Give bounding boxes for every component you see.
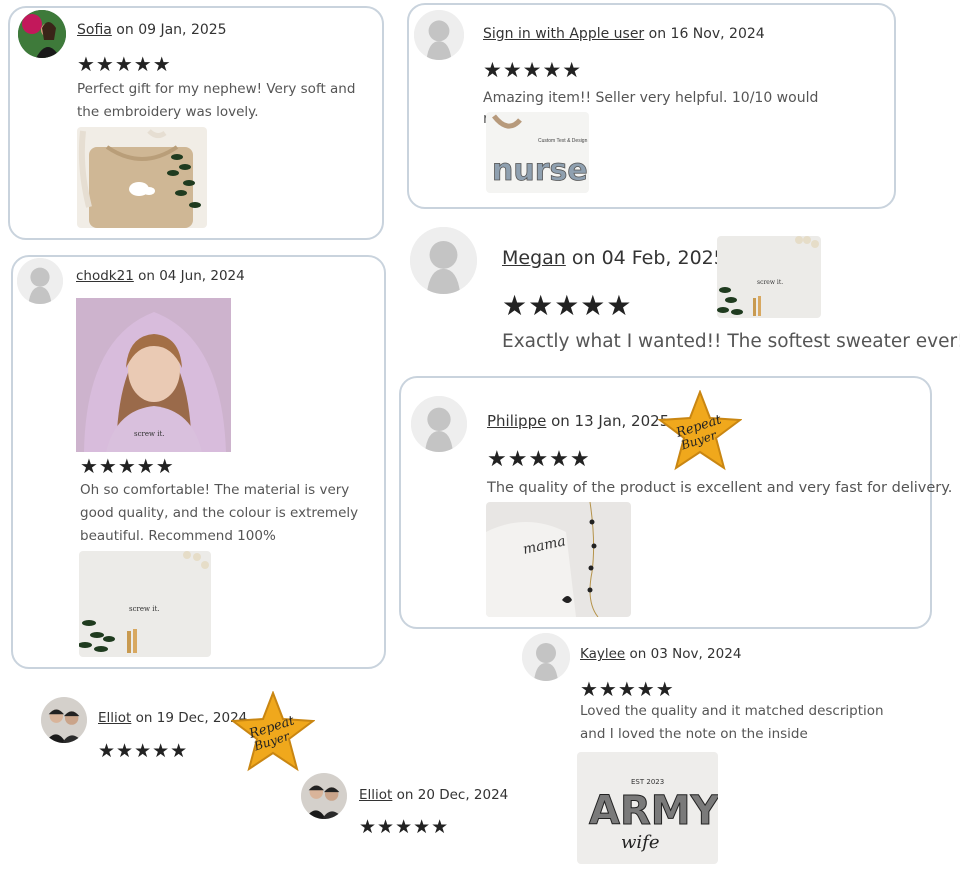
photo-word: nurse [492,153,588,188]
review-text: The quality of the product is excellent … [487,480,953,496]
star-rating: ★★★★★ [483,58,583,82]
review-text: Loved the quality and it matched descrip… [580,703,884,742]
review-header: Kaylee on 03 Nov, 2024 [580,646,741,662]
review-header: Philippe on 13 Jan, 2025 [487,412,669,430]
reviewer-name-link[interactable]: Philippe [487,412,546,430]
reviewer-avatar[interactable] [414,10,464,60]
star-rating: ★★★★★ [502,289,633,322]
reviewer-avatar[interactable] [411,396,467,452]
review-date: on 20 Dec, 2024 [392,787,509,803]
review-photo[interactable]: EST 2023 ARMY wife [577,752,718,864]
reviewer-avatar[interactable] [522,633,570,681]
photo-word: ARMY [589,788,718,834]
repeat-buyer-badge: Repeat Buyer [230,690,316,773]
review-photo[interactable]: screw it. [717,236,821,318]
reviewer-avatar[interactable] [17,258,63,304]
review-date: on 13 Jan, 2025 [546,412,670,430]
review-date: on 19 Dec, 2024 [131,710,248,726]
star-rating: ★★★★★ [77,52,172,76]
review-photo[interactable]: Custom Text & Design nurse [486,112,589,193]
review-header: Elliot on 20 Dec, 2024 [359,787,508,803]
review-header: Megan on 04 Feb, 2025 [502,247,726,269]
photo-top-text: EST 2023 [631,778,664,786]
review-photo[interactable] [77,127,207,228]
review-text: Perfect gift for my nephew! Very soft an… [77,81,356,120]
star-rating: ★★★★★ [98,740,189,762]
reviewer-name-link[interactable]: Sign in with Apple user [483,26,644,42]
review-date: on 16 Nov, 2024 [644,26,765,42]
reviewer-name-link[interactable]: Sofia [77,22,112,38]
reviewer-avatar[interactable] [41,697,87,743]
reviewer-avatar[interactable] [301,773,347,819]
photo-text: screw it. [134,430,165,438]
review-date: on 03 Nov, 2024 [625,646,742,662]
reviewer-avatar[interactable] [410,227,477,294]
review-header: Sign in with Apple user on 16 Nov, 2024 [483,26,765,42]
review-date: on 09 Jan, 2025 [111,22,227,38]
review-header: Elliot on 19 Dec, 2024 [98,710,247,726]
review-photo[interactable]: mama [486,502,631,617]
reviewer-name-link[interactable]: Elliot [359,787,392,803]
photo-text: screw it. [757,279,783,286]
reviewer-name-link[interactable]: Megan [502,247,566,269]
star-rating: ★★★★★ [80,454,175,478]
review-text: Exactly what I wanted!! The softest swea… [502,331,960,352]
star-rating: ★★★★★ [487,447,591,472]
repeat-buyer-badge: Repeat Buyer [657,389,743,472]
photo-caption: Custom Text & Design [538,138,588,144]
review-photo[interactable]: screw it. [76,298,231,452]
reviewer-name-link[interactable]: Elliot [98,710,131,726]
star-rating: ★★★★★ [359,816,450,838]
review-date: on 04 Feb, 2025 [565,247,726,269]
review-header: chodk21 on 04 Jun, 2024 [76,268,245,284]
photo-text: screw it. [129,605,160,613]
photo-script: wife [621,832,659,853]
reviewer-name-link[interactable]: Kaylee [580,646,625,662]
review-photo[interactable]: screw it. [79,551,211,657]
reviewer-name-link[interactable]: chodk21 [76,268,134,284]
star-rating: ★★★★★ [580,677,675,701]
review-date: on 04 Jun, 2024 [133,268,245,284]
review-header: Sofia on 09 Jan, 2025 [77,22,227,38]
review-text: Oh so comfortable! The material is very … [80,482,359,544]
reviewer-avatar[interactable] [18,10,66,58]
